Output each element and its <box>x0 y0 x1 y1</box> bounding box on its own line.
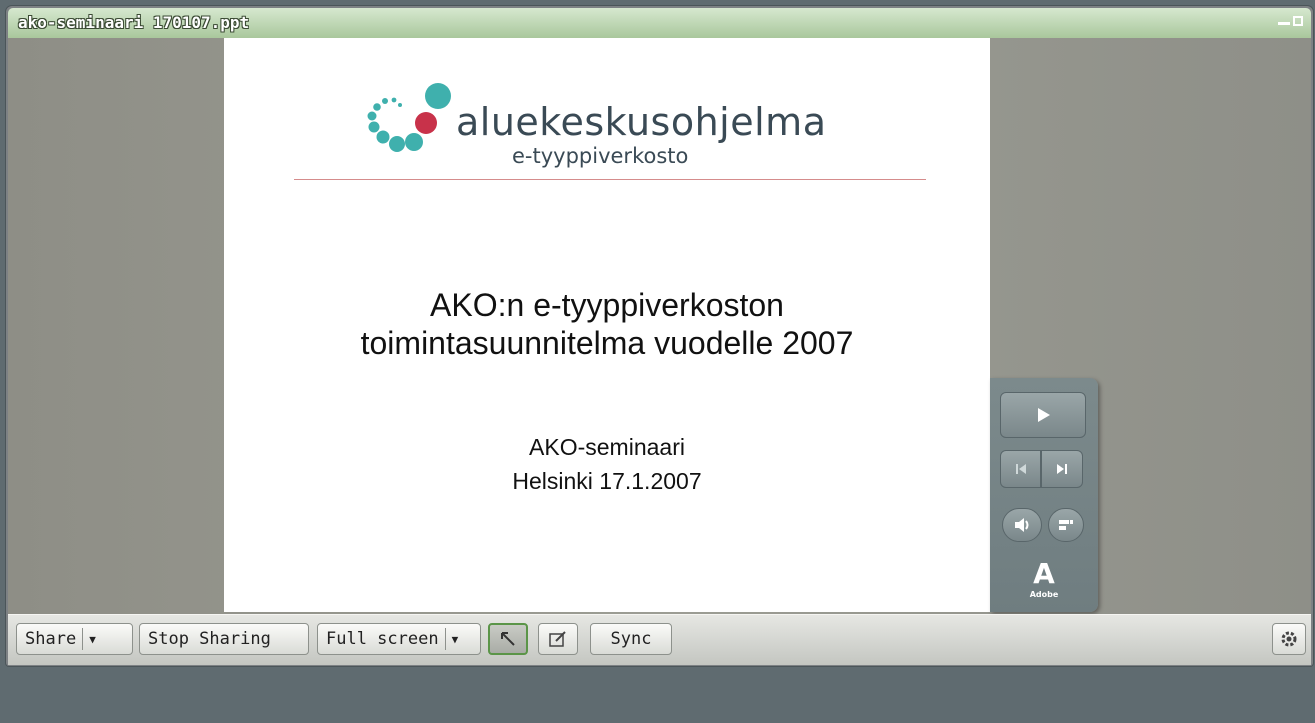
aluekeskusohjelma-logo: aluekeskusohjelma e-tyyppiverkosto <box>364 82 827 172</box>
pod-options-button[interactable] <box>1272 623 1306 655</box>
window-controls <box>1278 16 1303 26</box>
logo-subtitle: e-tyyppiverkosto <box>512 144 689 168</box>
sync-button[interactable]: Sync <box>590 623 672 655</box>
volume-button[interactable] <box>1002 508 1042 542</box>
full-screen-label: Full screen <box>326 629 439 649</box>
share-button-label: Share <box>25 629 77 649</box>
slide-title: AKO:n e-tyyppiverkoston toimintasuunnite… <box>224 286 990 362</box>
maximize-icon[interactable] <box>1293 16 1303 26</box>
logo-dots-icon <box>367 83 451 152</box>
slide-subtitle-line-2: Helsinki 17.1.2007 <box>512 468 702 494</box>
adobe-wordmark: Adobe <box>1029 590 1059 599</box>
stop-sharing-button[interactable]: Stop Sharing <box>139 623 309 655</box>
share-dropdown-button[interactable]: Share ▼ <box>16 623 133 655</box>
chevron-down-icon[interactable]: ▼ <box>89 633 96 646</box>
logo-wordmark: aluekeskusohjelma <box>456 100 827 144</box>
captions-button[interactable] <box>1048 508 1084 542</box>
next-slide-button[interactable] <box>1041 450 1083 488</box>
captions-icon <box>1059 520 1073 530</box>
previous-slide-icon <box>1015 464 1026 474</box>
annotate-tool-button[interactable] <box>538 623 578 655</box>
button-separator <box>444 628 446 650</box>
stop-sharing-label: Stop Sharing <box>148 629 271 649</box>
pod-title-bar[interactable]: ako-seminaari 170107.ppt <box>8 8 1311 39</box>
volume-icon <box>1015 518 1029 532</box>
pod-title: ako-seminaari 170107.ppt <box>18 13 250 32</box>
minimize-icon[interactable] <box>1278 22 1290 25</box>
next-slide-icon <box>1057 464 1067 474</box>
gear-icon <box>1281 631 1297 647</box>
play-button[interactable] <box>1000 392 1086 438</box>
slide-divider <box>294 179 926 180</box>
previous-slide-button[interactable] <box>1000 450 1041 488</box>
slide-subtitle: AKO-seminaari Helsinki 17.1.2007 <box>224 430 990 498</box>
sync-label: Sync <box>610 629 652 649</box>
presentation-stage: aluekeskusohjelma e-tyyppiverkosto AKO:n… <box>8 38 1311 614</box>
playback-controls: A Adobe <box>990 378 1098 612</box>
play-icon <box>1038 408 1050 422</box>
share-pod: ako-seminaari 170107.ppt aluekeskusohjel… <box>6 6 1313 666</box>
button-separator <box>82 628 84 650</box>
pencil-icon <box>549 631 566 647</box>
full-screen-dropdown-button[interactable]: Full screen ▼ <box>317 623 481 655</box>
pod-toolbar: Share ▼ Stop Sharing Full screen ▼ Sync <box>8 614 1311 665</box>
slide: aluekeskusohjelma e-tyyppiverkosto AKO:n… <box>224 38 990 612</box>
chevron-down-icon[interactable]: ▼ <box>452 633 459 646</box>
slide-title-line-1: AKO:n e-tyyppiverkoston <box>430 287 784 323</box>
adobe-logo: A Adobe <box>1024 557 1064 600</box>
pointer-icon <box>501 632 515 646</box>
slide-subtitle-line-1: AKO-seminaari <box>529 434 685 460</box>
pointer-tool-button[interactable] <box>488 623 528 655</box>
slide-title-line-2: toimintasuunnitelma vuodelle 2007 <box>360 325 854 361</box>
adobe-mark-icon: A <box>1033 557 1055 590</box>
